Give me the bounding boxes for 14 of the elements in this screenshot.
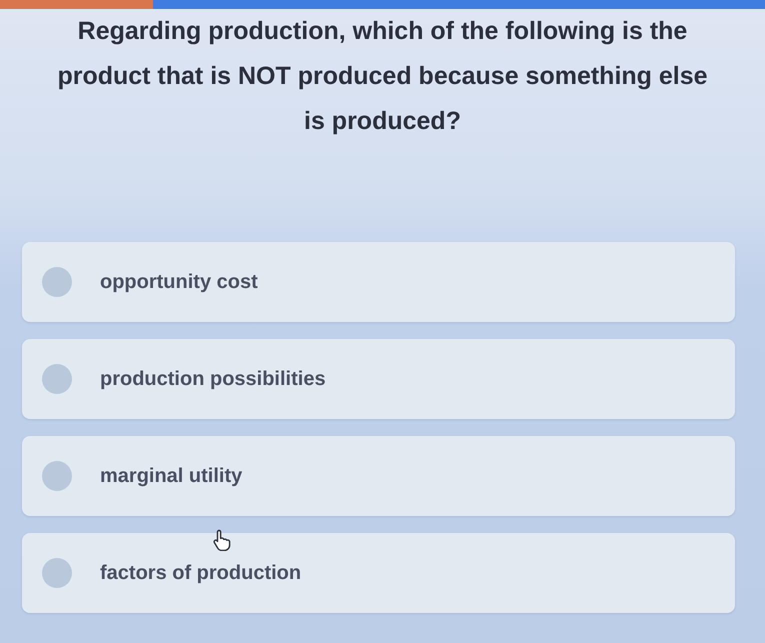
- hand-cursor-icon: [212, 529, 232, 551]
- option-label: production possibilities: [100, 368, 326, 390]
- option-label: marginal utility: [100, 464, 242, 488]
- answer-option[interactable]: production possibilities: [22, 339, 735, 419]
- radio-icon: [42, 364, 72, 394]
- radio-icon: [42, 267, 72, 297]
- answer-option[interactable]: factors of production: [22, 533, 735, 613]
- answer-option[interactable]: opportunity cost: [22, 242, 735, 322]
- option-label: opportunity cost: [100, 270, 258, 294]
- radio-icon: [42, 461, 72, 491]
- option-label: factors of production: [100, 562, 302, 584]
- radio-icon: [42, 558, 72, 588]
- question-text: Regarding production, which of the following is the product that is NOT produced because something else is produced?: [56, 16, 709, 137]
- answer-option[interactable]: marginal utility: [22, 436, 735, 516]
